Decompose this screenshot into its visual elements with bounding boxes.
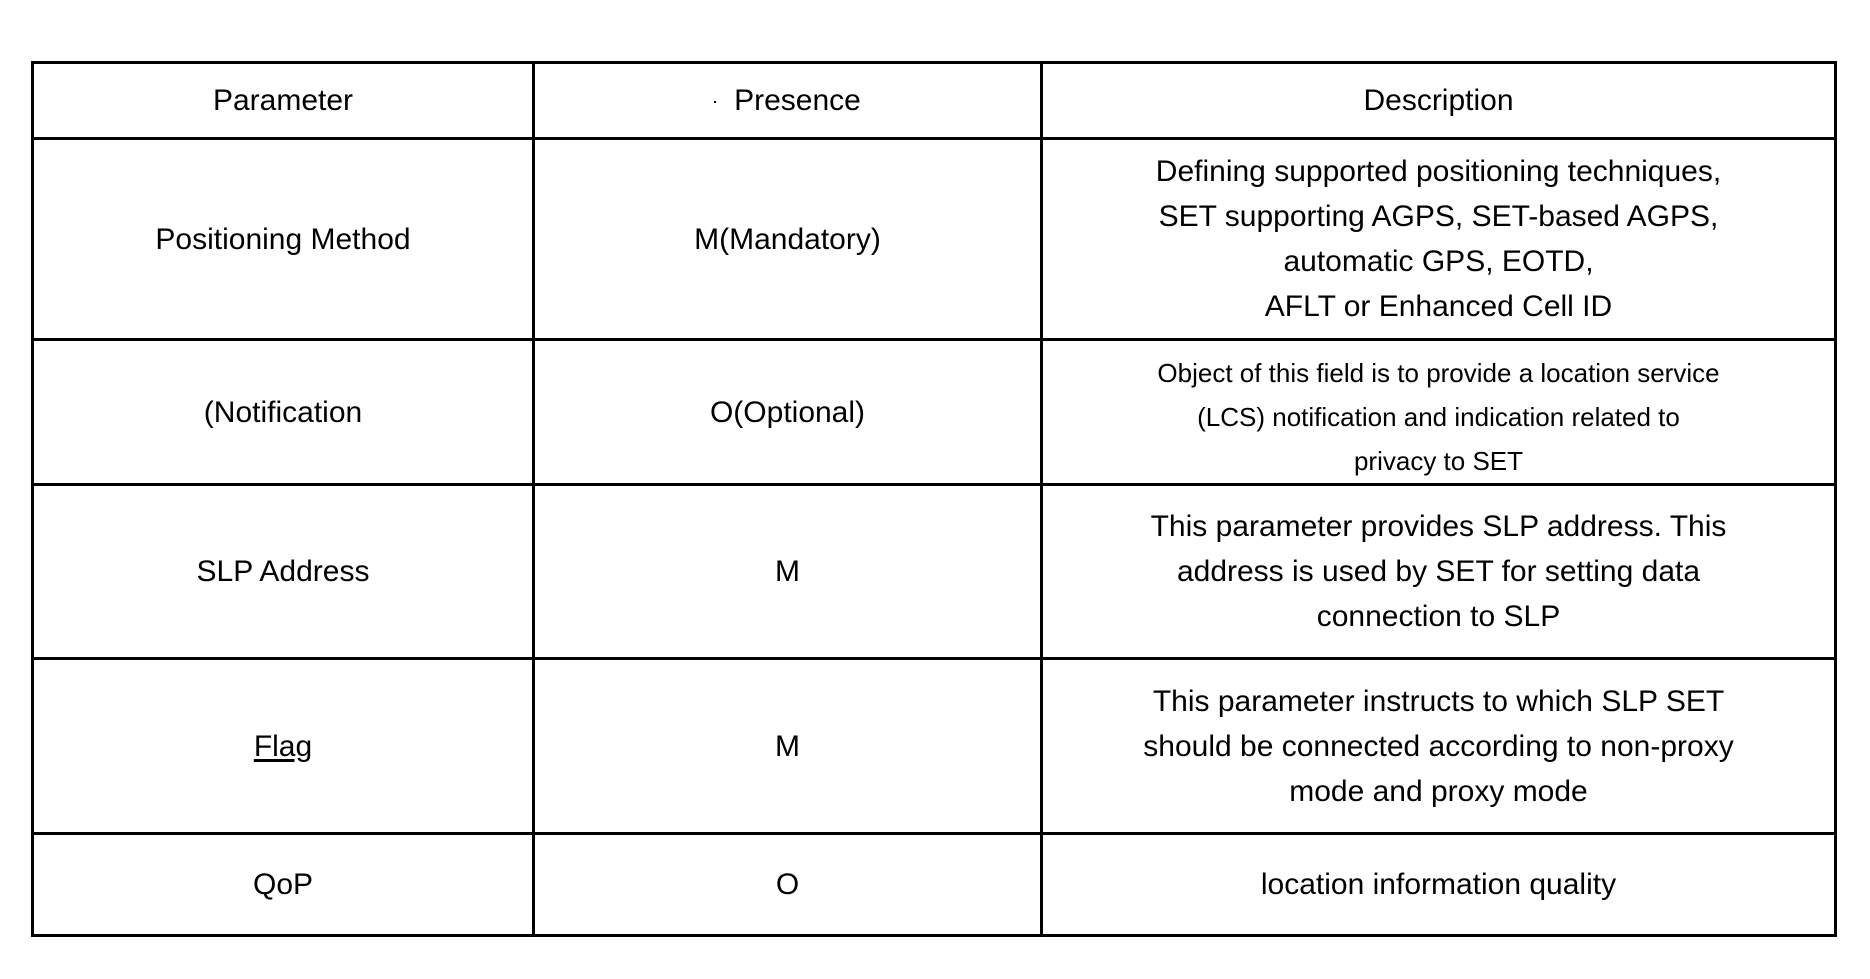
cell-description: This parameter instructs to which SLP SE… (1040, 657, 1837, 835)
description-line: should be connected according to non-pro… (1143, 729, 1734, 763)
description-line: This parameter provides SLP address. Thi… (1150, 510, 1727, 543)
cell-parameter: SLP Address (31, 483, 535, 660)
cell-description: Object of this field is to provide a loc… (1040, 338, 1837, 486)
parameter-table: Parameter Presence Description Positioni… (31, 61, 1837, 937)
description-line: address is used by SET for setting data (1176, 555, 1701, 588)
cell-description: This parameter provides SLP address. Thi… (1040, 483, 1837, 660)
table-row: Positioning Method M(Mandatory) Defining… (31, 137, 1837, 341)
cell-presence: M(Mandatory) (532, 137, 1043, 341)
table-row: Flag M This parameter instructs to which… (31, 657, 1837, 835)
description-line: privacy to SET (1353, 446, 1524, 476)
header-description: Description (1040, 61, 1837, 140)
cell-parameter: QoP (31, 832, 535, 937)
parameter-flag-underlined: Flag (253, 729, 313, 763)
description-line: SET supporting AGPS, SET-based AGPS, (1158, 200, 1719, 233)
cell-presence: O(Optional) (532, 338, 1043, 486)
table-row: QoP O location information quality (31, 832, 1837, 937)
cell-presence: O (532, 832, 1043, 937)
description-line: Defining supported positioning technique… (1155, 155, 1722, 188)
cell-presence: M (532, 483, 1043, 660)
description-line: location information quality (1260, 868, 1617, 901)
description-line: Object of this field is to provide a loc… (1157, 358, 1720, 388)
description-line: This parameter instructs to which SLP SE… (1152, 684, 1725, 718)
description-line: (LCS) notification and indication relate… (1197, 402, 1680, 432)
description-line: connection to SLP (1316, 600, 1561, 633)
description-line: mode and proxy mode (1289, 774, 1588, 808)
description-line: automatic GPS, EOTD, (1283, 245, 1594, 278)
cell-description: Defining supported positioning technique… (1040, 137, 1837, 341)
table-row: SLP Address M This parameter provides SL… (31, 483, 1837, 660)
header-presence-label: Presence (734, 84, 861, 117)
description-line: AFLT or Enhanced Cell ID (1264, 290, 1613, 323)
cell-parameter: Flag (31, 657, 535, 835)
cell-presence: M (532, 657, 1043, 835)
scan-speck (714, 101, 717, 104)
table-header-row: Parameter Presence Description (31, 61, 1837, 140)
cell-parameter: (Notification (31, 338, 535, 486)
header-presence: Presence (532, 61, 1043, 140)
cell-description: location information quality (1040, 832, 1837, 937)
cell-parameter: Positioning Method (31, 137, 535, 341)
table-row: (Notification O(Optional) Object of this… (31, 338, 1837, 486)
header-parameter: Parameter (31, 61, 535, 140)
